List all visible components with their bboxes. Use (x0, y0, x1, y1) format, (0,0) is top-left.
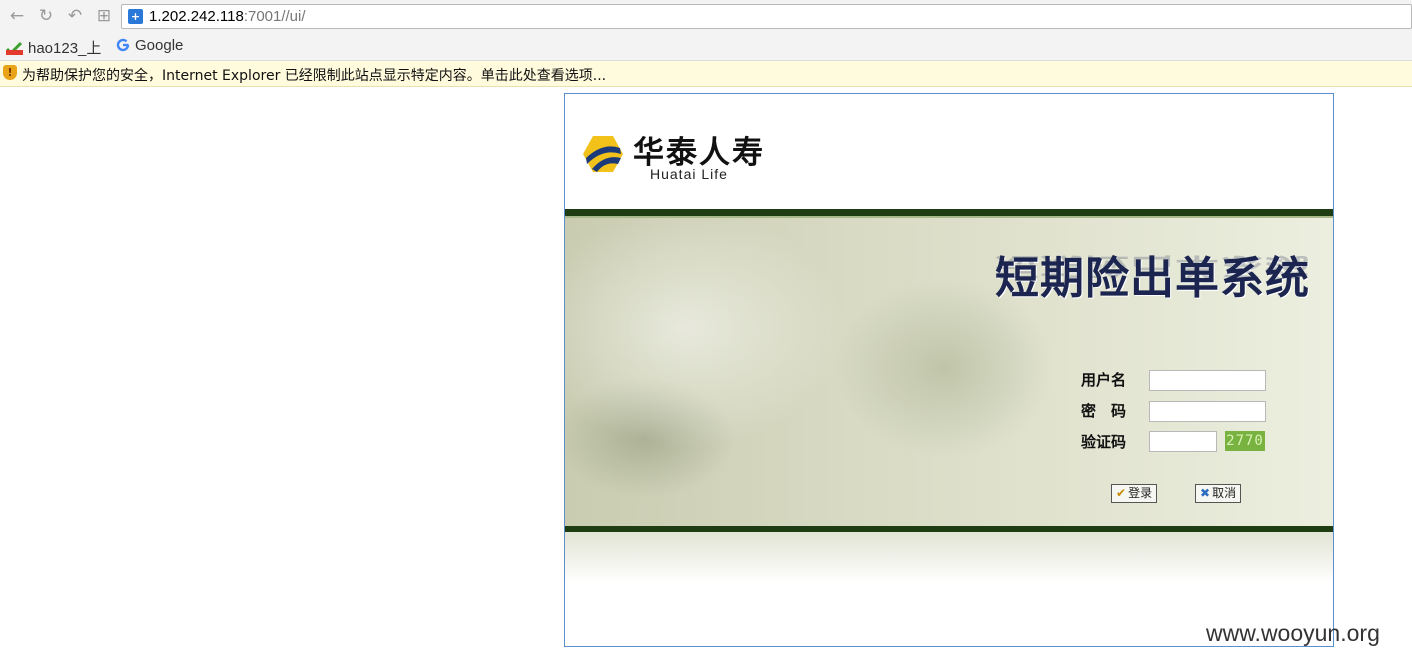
login-button-label: 登录 (1128, 486, 1153, 500)
bookmark-hao123-label: hao123_上 (28, 40, 102, 57)
grid-icon[interactable]: ⊞ (94, 6, 114, 26)
bookmark-google[interactable]: Google (116, 37, 183, 54)
bookmarks-bar: hao123_上 Google (0, 33, 1412, 61)
site-icon: + (128, 9, 143, 24)
address-host: 1.202.242.118 (149, 8, 244, 25)
logo-english-name: Huatai Life (650, 166, 728, 182)
username-label: 用户名 (1081, 371, 1127, 389)
hao123-icon (6, 41, 23, 55)
google-icon (116, 38, 130, 52)
browser-toolbar: ← ↻ ↶ ⊞ + 1.202.242.118:7001//ui/ (0, 0, 1412, 33)
cross-icon: ✖ (1200, 486, 1211, 500)
bookmark-google-label: Google (135, 37, 184, 54)
lower-artwork (565, 532, 1333, 582)
cancel-button-label: 取消 (1212, 486, 1237, 500)
captcha-label: 验证码 (1081, 433, 1127, 451)
security-notice-text[interactable]: 为帮助保护您的安全，Internet Explorer 已经限制此站点显示特定内… (22, 65, 606, 85)
check-icon: ✔ (1116, 486, 1127, 500)
back-icon[interactable]: ← (7, 6, 27, 26)
shield-warning-icon: ! (3, 65, 17, 80)
watermark: www.wooyun.org (1206, 620, 1380, 646)
address-bar[interactable]: + 1.202.242.118:7001//ui/ (121, 4, 1412, 29)
captcha-input[interactable] (1149, 431, 1217, 452)
huatai-logo-icon (583, 136, 623, 172)
cancel-button[interactable]: ✖ 取消 (1195, 484, 1242, 503)
password-label: 密 码 (1081, 402, 1127, 420)
system-title-reflection: 短期险出单系统 (995, 251, 1310, 280)
login-panel: 华泰人寿 Huatai Life 短期险出单系统 短期险出单系统 用户名 密 码… (564, 93, 1334, 647)
password-input[interactable] (1149, 401, 1266, 422)
security-infobar[interactable]: ! 为帮助保护您的安全，Internet Explorer 已经限制此站点显示特… (0, 61, 1412, 87)
undo-icon[interactable]: ↶ (65, 6, 85, 26)
address-text: 1.202.242.118:7001//ui/ (149, 8, 306, 25)
header-divider (565, 209, 1333, 216)
refresh-icon[interactable]: ↻ (36, 6, 56, 26)
bookmark-hao123[interactable]: hao123_上 (6, 37, 101, 58)
login-button[interactable]: ✔ 登录 (1111, 484, 1158, 503)
address-path: :7001//ui/ (243, 8, 306, 25)
captcha-image[interactable]: 2770 (1225, 431, 1265, 451)
username-input[interactable] (1149, 370, 1266, 391)
